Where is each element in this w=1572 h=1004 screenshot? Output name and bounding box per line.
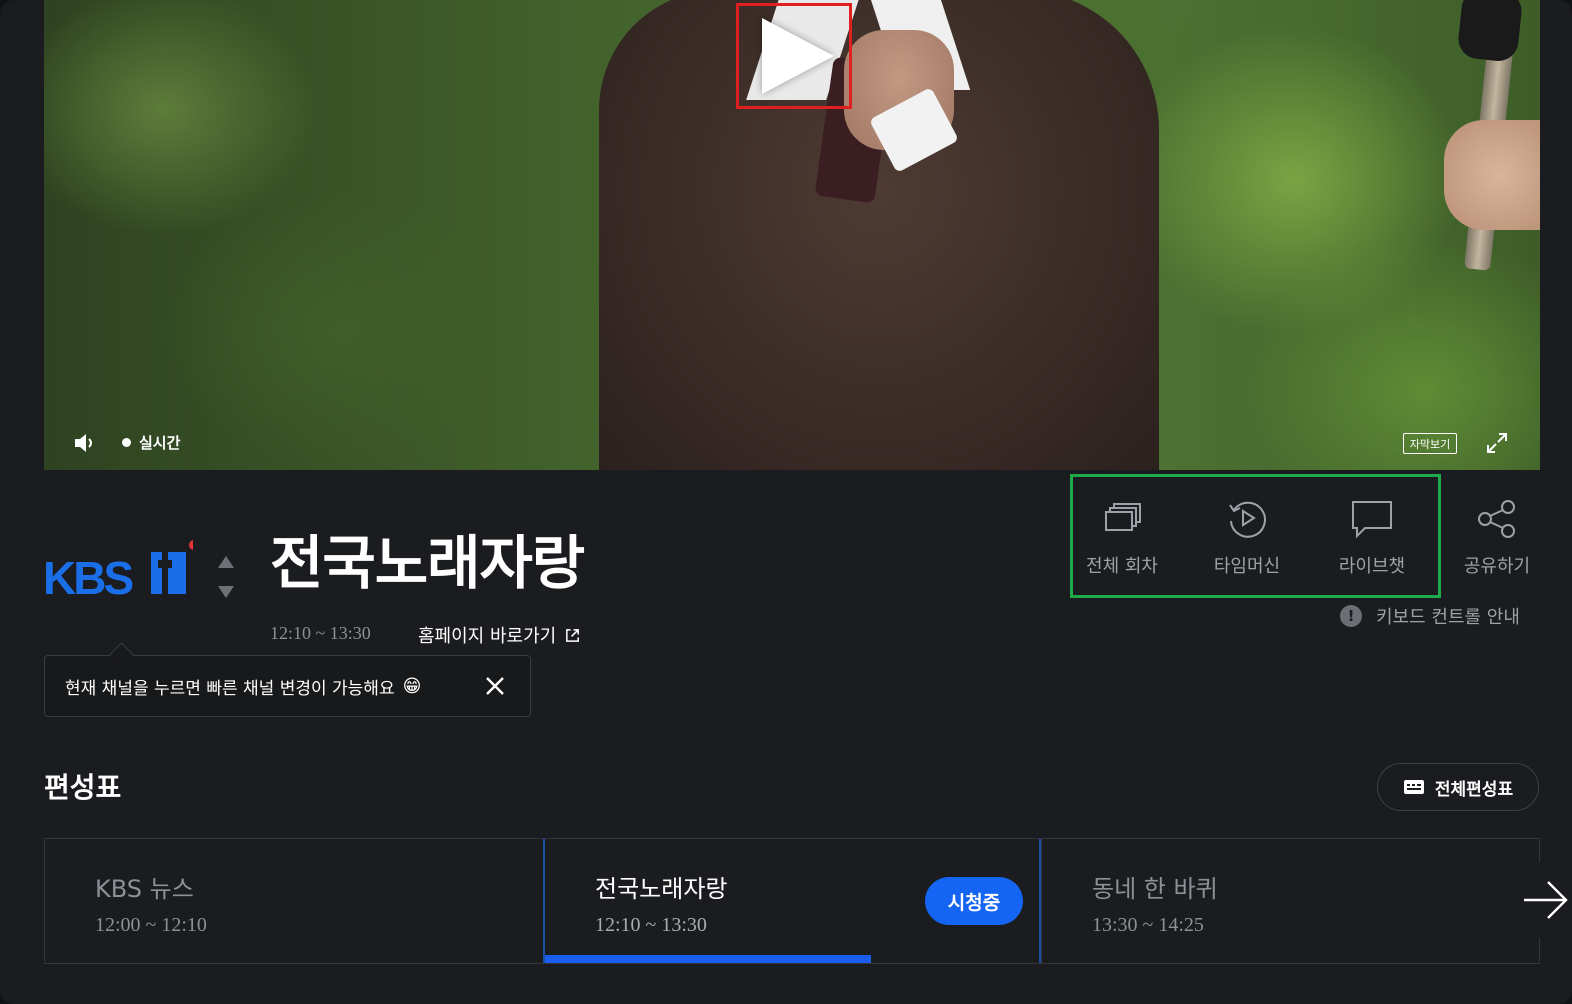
schedule-item[interactable]: KBS 뉴스 12:00 ~ 12:10	[45, 839, 543, 963]
homepage-link-label: 홈페이지 바로가기	[418, 626, 557, 647]
channel-down-icon	[218, 586, 234, 598]
episodes-icon	[1105, 503, 1141, 531]
action-label: 공유하기	[1463, 556, 1531, 577]
video-player[interactable]: 실시간 자막보기	[44, 0, 1540, 470]
channel-switch-arrows[interactable]	[215, 552, 237, 602]
keyboard-guide-label: 키보드 컨트롤 안내	[1376, 607, 1520, 628]
arrow-right-icon	[1524, 881, 1568, 919]
program-progress-fill	[545, 955, 872, 963]
schedule-item-title: 동네 한 바퀴	[1092, 875, 1218, 903]
schedule-item-title: KBS 뉴스	[95, 875, 194, 903]
play-button[interactable]	[736, 3, 852, 109]
full-schedule-button[interactable]: 전체편성표	[1377, 763, 1539, 811]
play-icon	[762, 18, 834, 94]
external-link-icon	[566, 628, 580, 642]
schedule-list: KBS 뉴스 12:00 ~ 12:10 전국노래자랑 12:10 ~ 13:3…	[44, 838, 1540, 964]
volume-button[interactable]	[72, 430, 98, 456]
channel-logo[interactable]: KBS	[43, 538, 199, 604]
schedule-item[interactable]: 동네 한 바퀴 13:30 ~ 14:25	[1041, 839, 1539, 963]
program-title: 전국노래자랑	[270, 529, 585, 597]
tooltip-text: 현재 채널을 누르면 빠른 채널 변경이 가능해요	[65, 678, 395, 699]
info-icon: !	[1340, 605, 1362, 627]
caption-button[interactable]: 자막보기	[1403, 433, 1457, 454]
channel-up-icon	[218, 556, 234, 568]
schedule-item-time: 12:00 ~ 12:10	[95, 914, 207, 936]
tooltip-close-button[interactable]	[484, 675, 506, 697]
close-icon	[486, 677, 504, 695]
schedule-grid-icon	[1403, 780, 1424, 794]
kbs1-logo-icon: KBS	[43, 540, 199, 604]
program-progress-bar	[545, 955, 1039, 963]
logo-text: KBS	[43, 552, 132, 598]
live-label-text: 실시간	[139, 434, 181, 452]
fullscreen-button[interactable]	[1484, 430, 1510, 456]
full-schedule-label: 전체편성표	[1434, 779, 1514, 800]
schedule-item-current[interactable]: 전국노래자랑 12:10 ~ 13:30 시청중	[543, 839, 1041, 963]
keyboard-guide-link[interactable]: ! 키보드 컨트롤 안내	[1340, 603, 1520, 629]
chat-icon	[1352, 501, 1392, 539]
speaker-icon	[75, 434, 92, 452]
timemachine-button[interactable]: 타임머신	[1187, 496, 1307, 586]
action-label: 라이브챗	[1338, 556, 1406, 577]
watching-badge: 시청중	[925, 877, 1023, 925]
livechat-button[interactable]: 라이브챗	[1312, 496, 1432, 586]
live-indicator: 실시간	[122, 432, 180, 453]
action-label: 전체 회차	[1086, 556, 1158, 577]
all-episodes-button[interactable]: 전체 회차	[1062, 496, 1182, 586]
program-time: 12:10 ~ 13:30	[270, 623, 371, 643]
grin-emoji-icon: 😁	[402, 675, 422, 697]
timemachine-icon	[1229, 501, 1266, 538]
expand-icon	[1487, 433, 1507, 453]
share-button[interactable]: 공유하기	[1437, 496, 1557, 586]
homepage-link[interactable]: 홈페이지 바로가기	[418, 622, 581, 648]
action-label: 타임머신	[1213, 556, 1281, 577]
share-icon	[1478, 500, 1515, 538]
channel-tip-tooltip: 현재 채널을 누르면 빠른 채널 변경이 가능해요 😁	[44, 655, 531, 717]
live-tv-page: 실시간 자막보기 KBS 전국노래자랑 12:10 ~ 13:30 홈페이지 바…	[0, 0, 1572, 1004]
schedule-item-time: 13:30 ~ 14:25	[1092, 914, 1204, 936]
live-dot-icon	[122, 438, 131, 447]
schedule-heading: 편성표	[44, 771, 122, 804]
schedule-next-button[interactable]	[1500, 862, 1570, 938]
